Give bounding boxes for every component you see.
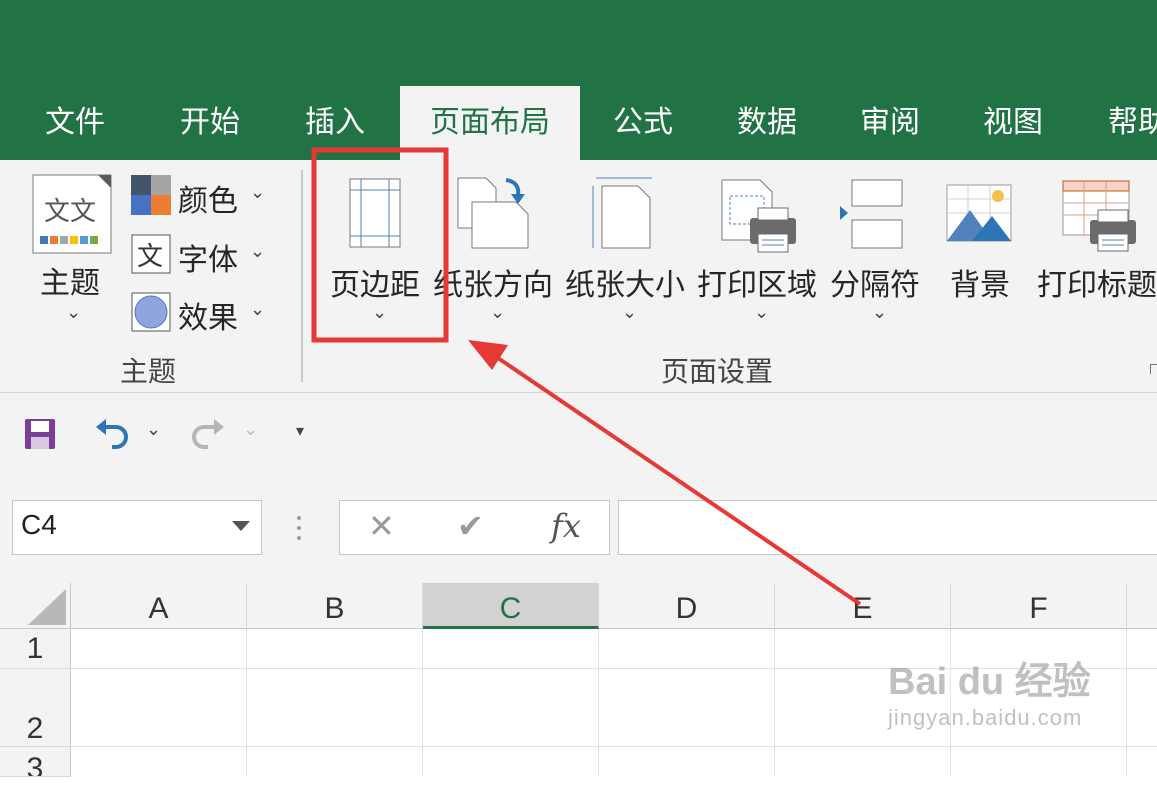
ribbon-page-layout: 文文 主题 ⌄ 颜色 ⌄ 文 字体 ⌄ 效果 ⌄ 主题 页边距 ⌄ 纸张方向 ⌄… bbox=[0, 160, 1157, 393]
enter-icon[interactable]: ✔ bbox=[457, 507, 484, 545]
tab-file[interactable]: 文件 bbox=[20, 86, 130, 160]
formula-bar: C4 ✕ ✔ fx bbox=[0, 477, 1157, 583]
print-area-label[interactable]: 打印区域 bbox=[697, 260, 817, 304]
tab-data[interactable]: 数据 bbox=[712, 86, 822, 160]
tab-home[interactable]: 开始 bbox=[155, 86, 265, 160]
breaks-chevron[interactable]: ⌄ bbox=[872, 302, 887, 323]
fonts-icon-glyph: 文 bbox=[137, 242, 163, 272]
fonts-chevron[interactable]: ⌄ bbox=[250, 241, 265, 262]
background-icon[interactable] bbox=[946, 184, 1012, 242]
size-chevron[interactable]: ⌄ bbox=[622, 302, 637, 323]
tab-insert[interactable]: 插入 bbox=[280, 86, 390, 160]
row-header-1[interactable]: 1 bbox=[0, 629, 71, 669]
grid-line bbox=[774, 629, 775, 777]
name-box-dropdown-icon[interactable] bbox=[232, 521, 250, 533]
grid-line bbox=[1126, 629, 1127, 777]
size-label[interactable]: 纸张大小 bbox=[565, 260, 685, 304]
fonts-label[interactable]: 字体 bbox=[178, 235, 238, 279]
orientation-chevron[interactable]: ⌄ bbox=[490, 302, 505, 323]
column-header-c[interactable]: C bbox=[423, 583, 599, 629]
column-header-e[interactable]: E bbox=[775, 583, 951, 629]
formula-input[interactable] bbox=[618, 500, 1157, 555]
column-header-b[interactable]: B bbox=[247, 583, 423, 629]
watermark-url: jingyan.baidu.com bbox=[888, 705, 1083, 730]
themes-icon-glyph: 文文 bbox=[44, 197, 96, 227]
grid-line bbox=[246, 629, 247, 777]
print-area-icon[interactable] bbox=[720, 178, 798, 254]
row-header-3[interactable]: 3 bbox=[0, 747, 71, 777]
tab-page-layout[interactable]: 页面布局 bbox=[400, 86, 580, 160]
colors-chevron[interactable]: ⌄ bbox=[250, 182, 265, 203]
background-label[interactable]: 背景 bbox=[950, 260, 1010, 304]
grip-icon[interactable] bbox=[296, 515, 302, 541]
column-header-overflow bbox=[1127, 583, 1157, 629]
tab-view[interactable]: 视图 bbox=[958, 86, 1068, 160]
group-separator bbox=[301, 170, 303, 382]
column-header-f[interactable]: F bbox=[951, 583, 1127, 629]
tab-formulas[interactable]: 公式 bbox=[588, 86, 698, 160]
name-box-value: C4 bbox=[21, 509, 57, 540]
undo-icon[interactable] bbox=[94, 417, 130, 449]
save-icon[interactable] bbox=[24, 418, 56, 450]
quick-access-toolbar: ⌄ ⌄ ▾ bbox=[0, 393, 1157, 477]
size-icon[interactable] bbox=[590, 176, 656, 250]
themes-icon[interactable]: 文文 bbox=[32, 174, 112, 254]
print-area-chevron[interactable]: ⌄ bbox=[754, 302, 769, 323]
redo-dropdown-chevron[interactable]: ⌄ bbox=[243, 419, 258, 440]
customize-qat-icon[interactable]: ▾ bbox=[296, 421, 304, 440]
grid-line bbox=[422, 629, 423, 777]
insert-function-icon[interactable]: fx bbox=[551, 507, 581, 545]
print-titles-icon[interactable] bbox=[1062, 180, 1136, 252]
page-setup-group-label: 页面设置 bbox=[661, 355, 774, 388]
breaks-icon[interactable] bbox=[838, 178, 904, 250]
watermark-brand: Bai du 经验 bbox=[888, 661, 1091, 703]
breaks-label[interactable]: 分隔符 bbox=[830, 260, 920, 304]
formula-controls: ✕ ✔ fx bbox=[339, 500, 610, 555]
colors-icon[interactable] bbox=[131, 175, 171, 215]
undo-dropdown-chevron[interactable]: ⌄ bbox=[146, 419, 161, 440]
margins-chevron[interactable]: ⌄ bbox=[372, 302, 387, 323]
margins-label[interactable]: 页边距 bbox=[330, 260, 420, 304]
colors-label[interactable]: 颜色 bbox=[178, 176, 238, 220]
grid-line bbox=[598, 629, 599, 777]
themes-group-label: 主题 bbox=[120, 355, 177, 388]
orientation-label[interactable]: 纸张方向 bbox=[433, 260, 553, 304]
themes-dropdown-chevron[interactable]: ⌄ bbox=[66, 302, 81, 323]
effects-chevron[interactable]: ⌄ bbox=[250, 299, 265, 320]
column-header-d[interactable]: D bbox=[599, 583, 775, 629]
cancel-icon[interactable]: ✕ bbox=[368, 507, 395, 545]
themes-button-label[interactable]: 主题 bbox=[40, 258, 100, 302]
baidu-watermark: Bai du 经验 jingyan.baidu.com bbox=[888, 650, 1091, 731]
tab-help[interactable]: 帮助 bbox=[1080, 86, 1157, 160]
orientation-icon[interactable] bbox=[456, 176, 532, 250]
fonts-icon[interactable]: 文 bbox=[131, 234, 171, 274]
print-titles-label[interactable]: 打印标题 bbox=[1037, 260, 1157, 304]
effects-icon[interactable] bbox=[131, 292, 171, 332]
grid-line bbox=[71, 746, 1157, 747]
margins-icon[interactable] bbox=[349, 178, 401, 248]
effects-label[interactable]: 效果 bbox=[178, 293, 238, 337]
select-all-button[interactable] bbox=[0, 583, 71, 629]
tab-review[interactable]: 审阅 bbox=[835, 86, 945, 160]
page-setup-dialog-launcher-icon[interactable] bbox=[1150, 364, 1157, 374]
column-header-a[interactable]: A bbox=[71, 583, 247, 629]
redo-icon[interactable] bbox=[190, 417, 226, 449]
row-header-2[interactable]: 2 bbox=[0, 669, 71, 747]
name-box[interactable]: C4 bbox=[12, 500, 262, 555]
